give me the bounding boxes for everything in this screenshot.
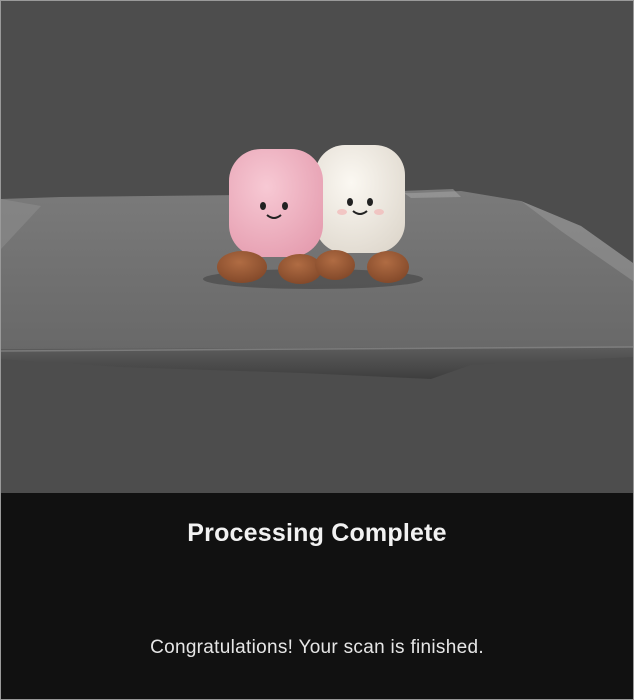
completion-panel: Processing Complete Congratulations! You… bbox=[1, 493, 633, 699]
scan-3d-preview[interactable] bbox=[1, 1, 633, 493]
completion-title: Processing Complete bbox=[187, 519, 447, 547]
white-plush bbox=[315, 145, 405, 253]
completion-message: Congratulations! Your scan is finished. bbox=[150, 637, 484, 658]
scan-model bbox=[1, 145, 633, 379]
pink-plush bbox=[229, 149, 323, 257]
app-screen: Processing Complete Congratulations! You… bbox=[0, 0, 634, 700]
